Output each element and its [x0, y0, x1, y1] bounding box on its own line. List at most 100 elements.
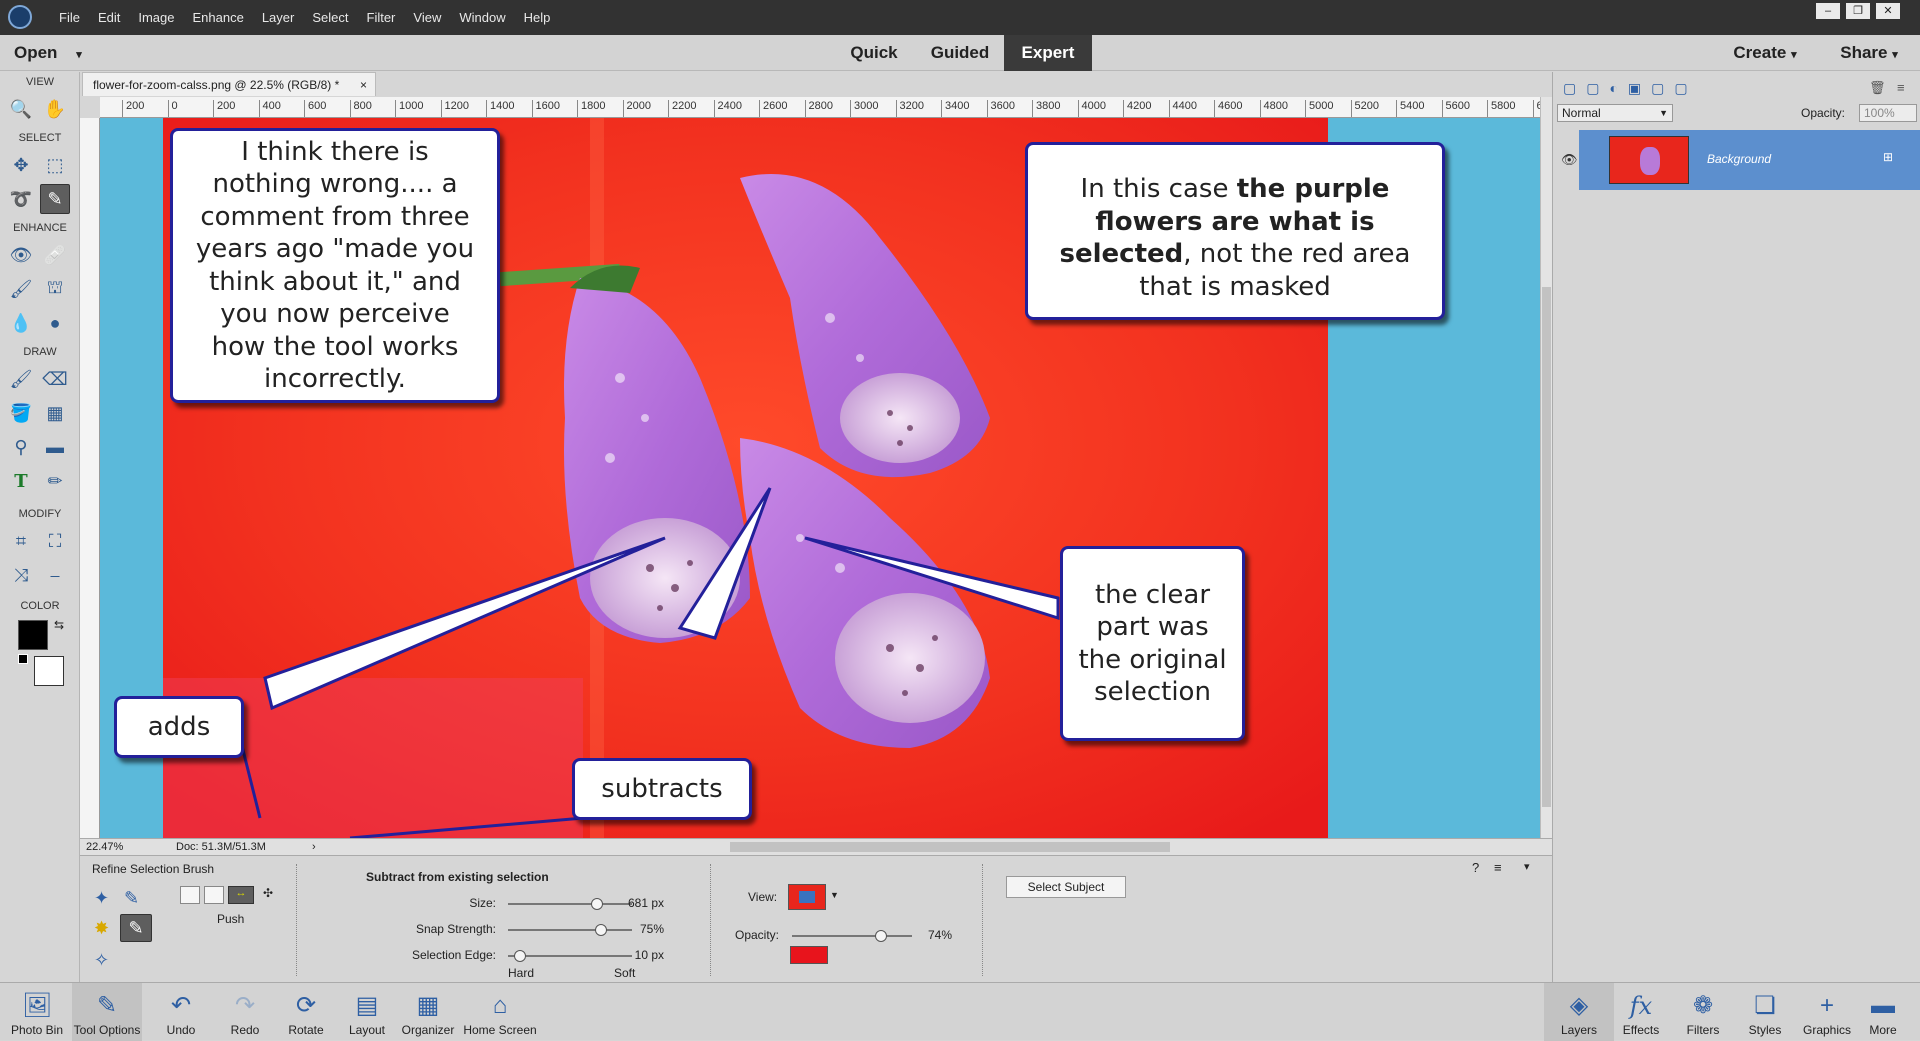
selection-brush-icon[interactable]: ✎ — [124, 888, 139, 909]
document-tab[interactable]: flower-for-zoom-calss.png @ 22.5% (RGB/8… — [82, 72, 376, 96]
refine-brush-option-icon[interactable]: ✎ — [120, 914, 152, 942]
document-tab-title: flower-for-zoom-calss.png @ 22.5% (RGB/8… — [93, 78, 340, 92]
opacity-field[interactable]: 100% — [1859, 104, 1917, 122]
add-mode-button[interactable] — [180, 886, 200, 904]
layout-button[interactable]: ▤ Layout — [332, 983, 402, 1041]
quick-selection-icon[interactable]: ✦ — [94, 888, 109, 909]
refine-selection-brush-icon[interactable]: ✎ — [40, 184, 70, 214]
menu-view[interactable]: View — [404, 10, 450, 25]
menu-help[interactable]: Help — [515, 10, 560, 25]
overlay-opacity-knob[interactable] — [874, 930, 887, 942]
default-colors-icon[interactable] — [18, 654, 28, 664]
paint-bucket-icon[interactable]: 🪣 — [6, 398, 36, 428]
shape-tool-icon[interactable]: ▬ — [40, 432, 70, 462]
menu-image[interactable]: Image — [129, 10, 183, 25]
clone-stamp-icon[interactable]: ⛫ — [40, 274, 70, 304]
tab-expert[interactable]: Expert — [1004, 35, 1092, 71]
auto-selection-icon[interactable]: ✧ — [94, 950, 109, 971]
overlay-opacity-slider[interactable] — [792, 930, 912, 942]
image-canvas[interactable]: I think there is nothing wrong.... a com… — [100, 118, 1540, 840]
background-color-swatch[interactable] — [34, 656, 64, 686]
share-button[interactable]: Share ▾ — [1824, 35, 1914, 71]
more-button[interactable]: ▬ More — [1848, 983, 1918, 1041]
restore-button[interactable]: ❐ — [1846, 3, 1870, 19]
app-logo-icon — [8, 5, 32, 29]
marquee-tool-icon[interactable]: ⬚ — [40, 150, 70, 180]
help-icon[interactable]: ? — [1472, 860, 1479, 875]
straighten-tool-icon[interactable]: ⎯ — [40, 560, 70, 590]
tab-guided[interactable]: Guided — [918, 35, 1002, 71]
layer-lock-icon[interactable]: ⊞ — [1883, 150, 1893, 164]
trash-icon[interactable]: 🗑 — [1869, 80, 1886, 96]
effects-button[interactable]: fx Effects — [1606, 983, 1676, 1041]
visibility-eye-icon[interactable]: 👁 — [1561, 152, 1578, 168]
close-button[interactable]: ✕ — [1876, 3, 1900, 19]
eyedropper-icon[interactable]: ⚲ — [6, 432, 36, 462]
menu-enhance[interactable]: Enhance — [184, 10, 253, 25]
status-menu-arrow-icon[interactable]: › — [312, 839, 316, 855]
menu-window[interactable]: Window — [450, 10, 514, 25]
undo-button[interactable]: ↶ Undo — [146, 983, 216, 1041]
gradient-tool-icon[interactable]: ▦ — [40, 398, 70, 428]
options-menu-icon[interactable]: ≡ — [1494, 860, 1502, 875]
menu-edit[interactable]: Edit — [89, 10, 129, 25]
menu-file[interactable]: File — [50, 10, 89, 25]
horizontal-scroll-thumb[interactable] — [730, 842, 1170, 852]
pencil-tool-icon[interactable]: ✏ — [40, 466, 70, 496]
foreground-color-swatch[interactable] — [18, 620, 48, 650]
vertical-scrollbar[interactable] — [1540, 97, 1552, 840]
minimize-button[interactable]: – — [1816, 3, 1840, 19]
brush-tool-icon[interactable]: 🖌 — [6, 364, 36, 394]
blend-mode-select[interactable]: Normal ▼ — [1557, 104, 1673, 122]
move-tool-icon[interactable]: ✥ — [6, 150, 36, 180]
ruler-label: 5400 — [1396, 100, 1424, 117]
menu-filter[interactable]: Filter — [358, 10, 405, 25]
overlay-color-swatch[interactable] — [790, 946, 828, 964]
tool-options-button[interactable]: ✎ Tool Options — [72, 983, 142, 1041]
type-tool-icon[interactable]: T — [6, 466, 36, 496]
layers-button[interactable]: ◈ Layers — [1544, 983, 1614, 1041]
create-button[interactable]: Create ▾ — [1720, 35, 1810, 71]
redo-button[interactable]: ↷ Redo — [210, 983, 280, 1041]
red-eye-tool-icon[interactable]: 👁 — [6, 240, 36, 270]
filters-button[interactable]: ❁ Filters — [1668, 983, 1738, 1041]
photo-bin-label: Photo Bin — [10, 1023, 64, 1037]
recompose-tool-icon[interactable]: ⛶ — [40, 526, 70, 556]
styles-button[interactable]: ❏ Styles — [1730, 983, 1800, 1041]
organizer-button[interactable]: ▦ Organizer — [393, 983, 463, 1041]
close-tab-icon[interactable]: × — [360, 73, 367, 97]
rotate-button[interactable]: ⟳ Rotate — [271, 983, 341, 1041]
scroll-thumb[interactable] — [1542, 287, 1551, 807]
photo-bin-button[interactable]: 🖼 Photo Bin — [2, 983, 72, 1041]
menu-layer[interactable]: Layer — [253, 10, 304, 25]
selection-edge-knob[interactable] — [514, 950, 527, 962]
swap-colors-icon[interactable]: ⇆ — [54, 618, 64, 632]
zoom-tool-icon[interactable]: 🔍 — [6, 94, 36, 124]
smart-brush-icon[interactable]: 🖌 — [6, 274, 36, 304]
organizer-icon: ▦ — [416, 992, 440, 1019]
select-subject-button[interactable]: Select Subject — [1006, 876, 1126, 898]
collapse-icon[interactable]: ▾ — [1524, 860, 1530, 873]
layer-row-background[interactable]: Background ⊞ — [1579, 130, 1920, 190]
magic-wand-icon[interactable]: ✸ — [94, 918, 109, 939]
layer-actions-icons[interactable]: ▢▢◐▣▢▢ — [1563, 80, 1698, 97]
menu-select[interactable]: Select — [303, 10, 357, 25]
chevron-down-icon[interactable]: ▼ — [830, 890, 839, 900]
blur-tool-icon[interactable]: 💧 — [6, 308, 36, 338]
panel-menu-icon[interactable]: ≡ — [1897, 80, 1905, 95]
view-mode-select[interactable] — [788, 884, 826, 910]
home-screen-button[interactable]: ⌂ Home Screen — [462, 983, 538, 1041]
eraser-tool-icon[interactable]: ⌫ — [40, 364, 70, 394]
hand-tool-icon[interactable]: ✋ — [40, 94, 70, 124]
callout-comment: I think there is nothing wrong.... a com… — [170, 128, 500, 403]
lasso-tool-icon[interactable]: ➰ — [6, 184, 36, 214]
content-aware-move-icon[interactable]: ⤨ — [6, 560, 36, 590]
spot-healing-icon[interactable]: 🩹 — [40, 240, 70, 270]
crop-tool-icon[interactable]: ⌗ — [6, 526, 36, 556]
push-mode-button[interactable]: ↔ — [228, 886, 254, 904]
smooth-mode-button[interactable]: ✣ — [258, 886, 278, 904]
tab-quick[interactable]: Quick — [834, 35, 914, 71]
sponge-tool-icon[interactable]: ● — [40, 308, 70, 338]
open-button[interactable]: Open ▾ — [14, 35, 94, 71]
subtract-mode-button[interactable] — [204, 886, 224, 904]
